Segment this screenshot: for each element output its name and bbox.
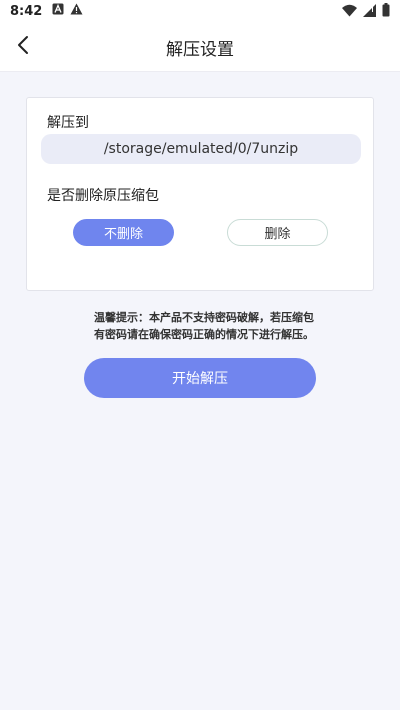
keep-archive-button[interactable]: 不删除 bbox=[73, 219, 174, 246]
delete-archive-label: 是否删除原压缩包 bbox=[47, 188, 159, 204]
app-a-icon bbox=[52, 3, 64, 19]
warning-icon bbox=[70, 3, 83, 19]
battery-icon bbox=[382, 3, 390, 21]
status-time: 8:42 bbox=[10, 3, 43, 19]
tip-text: 温馨提示：本产品不支持密码破解，若压缩包有密码请在确保密码正确的情况下进行解压。 bbox=[94, 311, 314, 341]
extract-path-field[interactable]: /storage/emulated/0/7unzip bbox=[41, 134, 361, 164]
extract-path-value: /storage/emulated/0/7unzip bbox=[103, 141, 299, 157]
start-extract-button[interactable]: 开始解压 bbox=[84, 358, 316, 398]
status-bar: 8:42 bbox=[0, 0, 400, 22]
app-bar: 解压设置 bbox=[0, 22, 400, 72]
status-left-icons bbox=[52, 3, 83, 19]
extract-to-label: 解压到 bbox=[47, 115, 89, 131]
delete-archive-button[interactable]: 删除 bbox=[227, 219, 328, 246]
page-title: 解压设置 bbox=[166, 40, 234, 60]
wifi-icon bbox=[342, 4, 357, 21]
signal-icon bbox=[363, 3, 376, 21]
status-right-icons bbox=[342, 3, 390, 21]
extract-settings-card: 解压到 /storage/emulated/0/7unzip 是否删除原压缩包 … bbox=[26, 97, 374, 291]
